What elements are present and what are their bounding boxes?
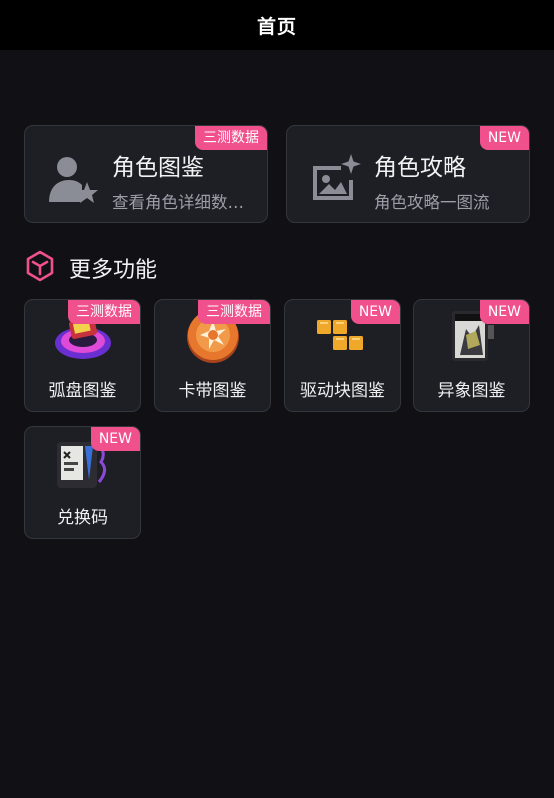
card-label: 驱动块图鉴 xyxy=(300,381,385,401)
character-guide-card[interactable]: NEW 角色攻略 角色攻略一图流 xyxy=(286,125,530,223)
card-label: 卡带图鉴 xyxy=(178,381,247,401)
page-title: 首页 xyxy=(256,15,297,38)
card-badge: 三测数据 xyxy=(198,300,270,324)
card-badge: NEW xyxy=(479,300,529,324)
card-badge: 三测数据 xyxy=(195,126,267,150)
section-title: 更多功能 xyxy=(69,258,158,283)
character-encyclopedia-card[interactable]: 三测数据 角色图鉴 查看角色详细数… xyxy=(24,125,268,223)
card-label: 弧盘图鉴 xyxy=(48,381,117,401)
image-sparkle-icon xyxy=(309,152,363,206)
top-bar: 首页 xyxy=(0,0,554,50)
card-badge: NEW xyxy=(479,126,529,150)
card-subtitle: 角色攻略一图流 xyxy=(374,193,490,212)
cassette-encyclopedia-card[interactable]: 三测数据 卡带图鉴 xyxy=(154,299,271,412)
disc-encyclopedia-card[interactable]: 三测数据 弧盘图鉴 xyxy=(24,299,141,412)
redeem-code-card[interactable]: NEW 兑换码 xyxy=(24,426,141,539)
more-features-header: 更多功能 xyxy=(25,250,157,286)
cube-icon xyxy=(25,250,55,286)
drive-block-encyclopedia-card[interactable]: NEW 驱动块图鉴 xyxy=(284,299,401,412)
card-label: 兑换码 xyxy=(57,508,108,528)
card-subtitle: 查看角色详细数… xyxy=(112,193,244,212)
card-badge: NEW xyxy=(90,427,140,451)
card-title: 角色图鉴 xyxy=(112,155,204,181)
card-title: 角色攻略 xyxy=(374,155,466,181)
card-badge: 三测数据 xyxy=(68,300,140,324)
card-label: 异象图鉴 xyxy=(437,381,506,401)
person-star-icon xyxy=(47,152,101,206)
card-badge: NEW xyxy=(350,300,400,324)
anomaly-encyclopedia-card[interactable]: NEW 异象图鉴 xyxy=(413,299,530,412)
